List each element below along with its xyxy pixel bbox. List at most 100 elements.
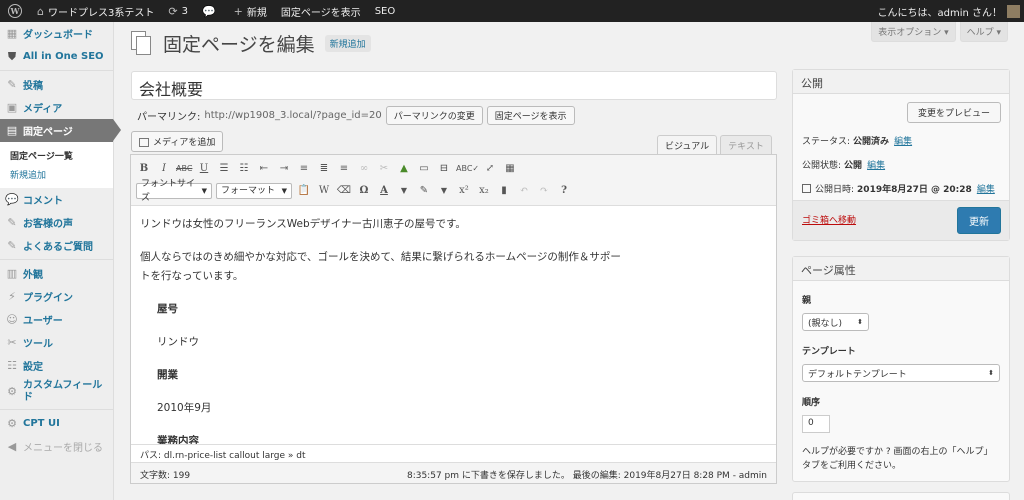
sidebar-item-comments[interactable]: 💬 コメント	[0, 188, 113, 211]
edit-status-link[interactable]: 編集	[894, 134, 912, 147]
wp-logo-menu[interactable]: W	[0, 0, 30, 22]
editor-content-area[interactable]: リンドウは女性のフリーランスWebデザイナー古川恵子の屋号です。 個人ならではの…	[131, 206, 776, 444]
document-icon[interactable]: ▮	[496, 183, 512, 199]
paragraph: リンドウは女性のフリーランスWebデザイナー古川恵子の屋号です。	[140, 218, 466, 230]
permalink-url[interactable]: http://wp1908_3.local/?page_id=20	[204, 110, 381, 121]
move-to-trash-link[interactable]: ゴミ箱へ移動	[802, 213, 856, 226]
site-name-link[interactable]: ⌂ ワードプレス3系テスト	[30, 0, 161, 22]
add-media-button[interactable]: メディアを追加	[131, 131, 224, 152]
spellcheck-icon[interactable]: ABC✓	[456, 161, 479, 177]
updates-link[interactable]: ⟳ 3	[161, 0, 195, 22]
insert-image-icon[interactable]: ▲	[396, 161, 412, 177]
bold-icon[interactable]: B	[136, 161, 152, 177]
sidebar-item-media[interactable]: ▣ メディア	[0, 96, 113, 119]
sidebar-item-label: ツール	[23, 339, 53, 350]
subscript-icon[interactable]: x₂	[476, 183, 492, 199]
page-break-icon[interactable]: ⊟	[436, 161, 452, 177]
comments-link[interactable]: 💬	[195, 0, 227, 22]
highlight-icon[interactable]: ✎	[416, 183, 432, 199]
redo-icon[interactable]: ↷	[536, 183, 552, 199]
publish-box-header[interactable]: 公開	[793, 70, 1009, 94]
italic-icon[interactable]: I	[156, 161, 172, 177]
edit-visibility-link[interactable]: 編集	[867, 158, 885, 171]
sidebar-item-testimonials[interactable]: ✎ お客様の声	[0, 211, 113, 234]
update-button[interactable]: 更新	[957, 207, 1001, 234]
sidebar-item-pages[interactable]: ▤ 固定ページ	[0, 119, 121, 142]
sidebar-item-settings[interactable]: ☷ 設定	[0, 354, 113, 377]
align-left-icon[interactable]: ≡	[296, 161, 312, 177]
change-permalink-button[interactable]: パーマリンクの変更	[385, 106, 483, 125]
format-select[interactable]: フォーマット ▼	[216, 183, 292, 199]
numbered-list-icon[interactable]: ☷	[236, 161, 252, 177]
home-icon: ⌂	[37, 4, 44, 18]
autosave-status: 8:35:57 pm に下書きを保存しました。 最後の編集: 2019年8月27…	[406, 471, 767, 481]
sidebar-item-tools[interactable]: ✂ ツール	[0, 331, 113, 354]
edit-date-link[interactable]: 編集	[977, 182, 995, 195]
submenu-add-new[interactable]: 新規追加	[0, 165, 113, 184]
sidebar-item-posts[interactable]: ✎ 投稿	[0, 73, 113, 96]
sidebar-item-users[interactable]: ☺ ユーザー	[0, 308, 113, 331]
help-icon[interactable]: ?	[556, 183, 572, 199]
sidebar-item-dashboard[interactable]: ▦ ダッシュボード	[0, 22, 113, 45]
sidebar-item-custom-fields[interactable]: ⚙ カスタムフィールド	[0, 377, 113, 407]
align-center-icon[interactable]: ≣	[316, 161, 332, 177]
date-label: 公開日時:	[815, 184, 855, 195]
my-account-menu[interactable]: こんにちは、admin さん！	[870, 0, 1024, 22]
chevron-down-icon[interactable]: ▼	[436, 183, 452, 199]
unlink-icon[interactable]: ✂	[376, 161, 392, 177]
view-page-link[interactable]: 固定ページを表示	[274, 0, 368, 22]
indent-icon[interactable]: ⇥	[276, 161, 292, 177]
seo-menu[interactable]: SEO	[368, 0, 403, 22]
menu-separator	[0, 409, 113, 410]
kitchen-sink-icon[interactable]: ▦	[502, 161, 518, 177]
underline-icon[interactable]: U	[196, 161, 212, 177]
sidebar-item-plugins[interactable]: ⚡ プラグイン	[0, 285, 113, 308]
fullscreen-icon[interactable]: ⤢	[482, 161, 498, 177]
definition-description: 2010年9月	[157, 402, 212, 414]
pin-icon: ✎	[7, 239, 17, 252]
screen-options-button[interactable]: 表示オプション ▾	[871, 22, 956, 42]
font-size-select[interactable]: フォントサイズ ▼	[136, 179, 212, 203]
more-tag-icon[interactable]: ▭	[416, 161, 432, 177]
strikethrough-icon[interactable]: ABC	[176, 161, 192, 177]
paste-word-icon[interactable]: W	[316, 183, 332, 199]
undo-icon[interactable]: ↶	[516, 183, 532, 199]
visibility-line: 公開状態: 公開 編集	[793, 152, 1009, 176]
special-char-icon[interactable]: Ω	[356, 183, 372, 199]
order-input[interactable]: 0	[802, 415, 830, 433]
sidebar-item-faq[interactable]: ✎ よくあるご質問	[0, 234, 113, 257]
shield-icon: ⛊	[7, 49, 17, 63]
next-postbox	[792, 492, 1010, 500]
sidebar-item-all-in-one-seo[interactable]: ⛊ All in One SEO	[0, 45, 113, 68]
pages-icon	[131, 30, 153, 57]
link-icon[interactable]: ∞	[356, 161, 372, 177]
superscript-icon[interactable]: x²	[456, 183, 472, 199]
align-right-icon[interactable]: ≡	[336, 161, 352, 177]
tab-text[interactable]: テキスト	[720, 135, 772, 155]
add-media-label: メディアを追加	[153, 138, 216, 148]
outdent-icon[interactable]: ⇤	[256, 161, 272, 177]
preview-changes-button[interactable]: 変更をプレビュー	[906, 102, 1001, 123]
eraser-icon[interactable]: ⌫	[336, 183, 352, 199]
sidebar-item-cpt-ui[interactable]: ⚙ CPT UI	[0, 412, 113, 435]
sidebar-item-label: メディア	[23, 104, 63, 115]
media-buttons: メディアを追加	[131, 131, 224, 152]
post-title-input[interactable]: 会社概要	[131, 71, 777, 100]
add-new-button[interactable]: 新規追加	[324, 35, 371, 52]
sidebar-item-appearance[interactable]: ▥ 外観	[0, 262, 113, 285]
visibility-value: 公開	[844, 160, 863, 171]
template-select[interactable]: デフォルトテンプレート ⬍	[802, 364, 1000, 382]
chevron-down-icon[interactable]: ▼	[396, 183, 412, 199]
help-button[interactable]: ヘルプ ▾	[959, 22, 1008, 42]
page-attributes-body: 親 (親なし) ⬍ テンプレート デフォルトテンプレート ⬍ 順序 0 ヘルプが必要…	[793, 281, 1009, 481]
text-color-icon[interactable]: A	[376, 183, 392, 199]
paste-text-icon[interactable]: 📋	[296, 183, 312, 199]
new-content-menu[interactable]: + 新規	[227, 0, 274, 22]
view-page-button[interactable]: 固定ページを表示	[486, 106, 575, 125]
parent-select[interactable]: (親なし) ⬍	[802, 313, 869, 331]
page-attributes-header[interactable]: ページ属性	[793, 257, 1009, 281]
collapse-menu-button[interactable]: ◀ メニューを閉じる	[0, 435, 113, 458]
tab-visual[interactable]: ビジュアル	[657, 135, 718, 155]
bullet-list-icon[interactable]: ☰	[216, 161, 232, 177]
submenu-all-pages[interactable]: 固定ページ一覧	[0, 146, 113, 165]
